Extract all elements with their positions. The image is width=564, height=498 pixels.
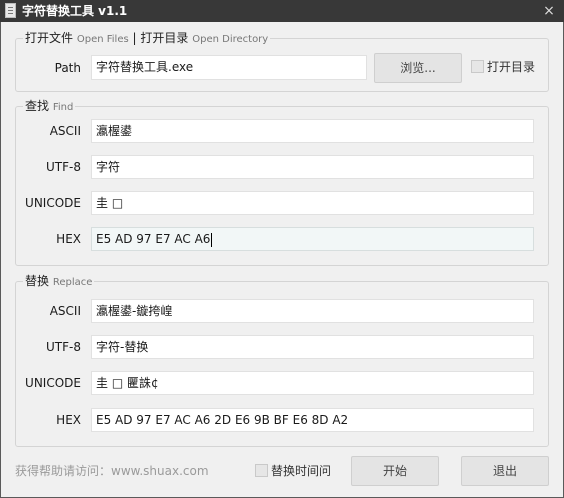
find-hex-input[interactable]: E5 AD 97 E7 AC A6 xyxy=(91,227,534,251)
path-label: Path xyxy=(54,61,81,75)
replace-time-checkbox-box[interactable] xyxy=(255,464,268,477)
find-title-en: Find xyxy=(52,102,74,113)
app-document-icon xyxy=(5,3,16,18)
replace-hex-input[interactable]: E5 AD 97 E7 AC A6 2D E6 9B BF E6 8D A2 xyxy=(91,408,534,432)
find-ascii-label: ASCII xyxy=(49,124,81,138)
exit-button[interactable]: 退出 xyxy=(461,456,549,486)
open-directory-title-en: Open Directory xyxy=(192,34,269,45)
open-directory-checkbox-box[interactable] xyxy=(471,60,484,73)
replace-time-checkbox[interactable]: 替换时间问 xyxy=(255,462,331,480)
browse-button[interactable]: 浏览... xyxy=(374,53,462,83)
title-bar: 字符替换工具 v1.1 × xyxy=(0,0,564,22)
open-files-title-en: Open Files xyxy=(76,34,129,45)
replace-utf8-input[interactable]: 字符-替换 xyxy=(91,335,534,359)
open-directory-checkbox[interactable]: 打开目录 xyxy=(471,58,535,76)
replace-time-checkbox-label: 替换时间问 xyxy=(271,464,332,478)
replace-utf8-label: UTF-8 xyxy=(46,340,81,354)
replace-ascii-label: ASCII xyxy=(49,304,81,318)
find-title: 查找 xyxy=(25,99,50,113)
find-hex-label: HEX xyxy=(56,232,81,246)
find-hex-value: E5 AD 97 E7 AC A6 xyxy=(96,232,211,246)
title-separator: | xyxy=(132,31,137,45)
help-link-text: 获得帮助请访问：www.shuax.com xyxy=(15,464,209,478)
replace-ascii-input[interactable]: 瀛楃鍙-鏇挎崲 xyxy=(91,299,534,323)
window-title: 字符替换工具 v1.1 xyxy=(22,4,128,18)
find-unicode-input[interactable]: 圭 □ xyxy=(91,191,534,215)
replace-unicode-input[interactable]: 圭 □ 匷誅¢ xyxy=(91,371,534,395)
find-utf8-input[interactable]: 字符 xyxy=(91,155,534,179)
path-input[interactable]: 字符替换工具.exe xyxy=(91,55,367,80)
find-unicode-label: UNICODE xyxy=(25,196,81,210)
replace-title-en: Replace xyxy=(52,277,93,288)
find-ascii-input[interactable]: 瀛楃鍙 xyxy=(91,119,534,143)
replace-unicode-label: UNICODE xyxy=(25,376,81,390)
replace-hex-label: HEX xyxy=(56,413,81,427)
open-directory-title: 打开目录 xyxy=(140,31,189,45)
open-files-group-title: 打开文件 Open Files | 打开目录 Open Directory xyxy=(23,30,271,46)
start-button[interactable]: 开始 xyxy=(351,456,439,486)
find-group-title: 查找 Find xyxy=(23,98,76,114)
close-icon[interactable]: × xyxy=(542,0,556,22)
open-directory-checkbox-label: 打开目录 xyxy=(487,60,536,74)
find-utf8-label: UTF-8 xyxy=(46,160,81,174)
replace-title: 替换 xyxy=(25,274,50,288)
open-files-title: 打开文件 xyxy=(25,31,74,45)
replace-group-title: 替换 Replace xyxy=(23,273,95,289)
